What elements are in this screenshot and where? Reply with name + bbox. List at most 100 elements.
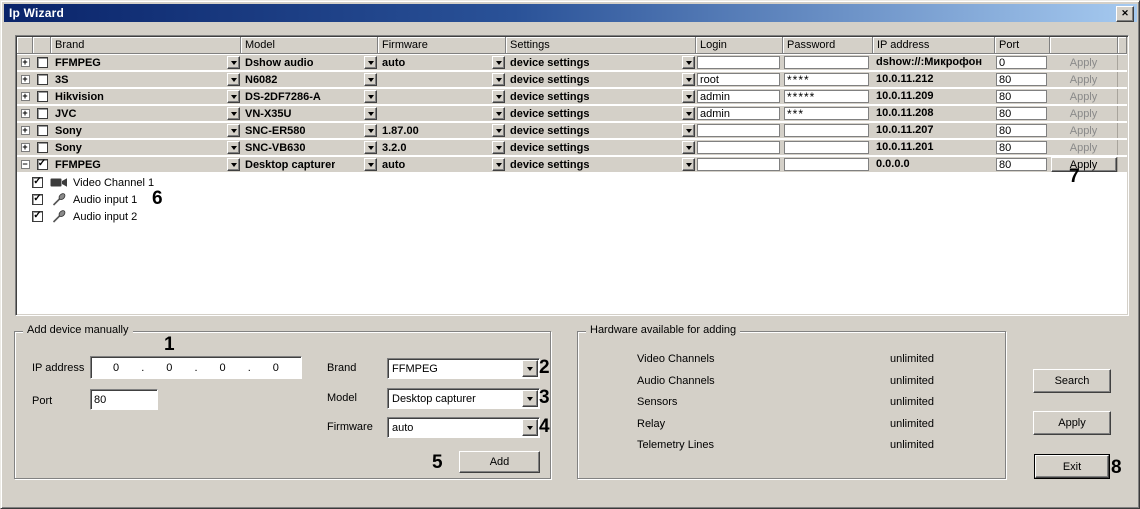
device-checkbox[interactable] [37, 74, 48, 85]
header-ip-address[interactable]: IP address [873, 37, 995, 54]
dropdown-button[interactable] [682, 56, 695, 69]
brand-dropdown[interactable]: FFMPEG [51, 157, 241, 172]
settings-dropdown[interactable]: device settings [506, 72, 696, 87]
dropdown-button[interactable] [364, 141, 377, 154]
dropdown-button[interactable] [682, 90, 695, 103]
dropdown-button[interactable] [227, 56, 240, 69]
apply-button[interactable]: Apply [1051, 157, 1117, 172]
port-field[interactable]: 80 [996, 90, 1047, 103]
expand-icon[interactable]: + [21, 143, 30, 152]
dropdown-button[interactable] [492, 90, 505, 103]
dropdown-button[interactable] [522, 419, 538, 436]
device-checkbox[interactable] [37, 125, 48, 136]
settings-dropdown[interactable]: device settings [506, 89, 696, 104]
login-field[interactable] [697, 124, 780, 137]
password-field[interactable]: **** [784, 73, 869, 86]
port-field[interactable]: 80 [996, 124, 1047, 137]
port-input[interactable]: 80 [90, 389, 158, 410]
model-dropdown[interactable]: VN-X35U [241, 106, 378, 121]
header-firmware[interactable]: Firmware [378, 37, 506, 54]
header-model[interactable]: Model [241, 37, 378, 54]
brand-dropdown[interactable]: Sony [51, 140, 241, 155]
device-checkbox[interactable] [37, 57, 48, 68]
dropdown-button[interactable] [682, 158, 695, 171]
dropdown-button[interactable] [364, 56, 377, 69]
password-field[interactable]: *** [784, 107, 869, 120]
firmware-dropdown[interactable]: 3.2.0 [378, 140, 506, 155]
firmware-dropdown[interactable] [378, 106, 506, 121]
firmware-dropdown[interactable]: 1.87.00 [378, 123, 506, 138]
login-field[interactable]: admin [697, 107, 780, 120]
password-field[interactable] [784, 158, 869, 171]
firmware-dropdown[interactable]: auto [378, 157, 506, 172]
brand-dropdown[interactable]: Sony [51, 123, 241, 138]
login-field[interactable] [697, 158, 780, 171]
dropdown-button[interactable] [364, 73, 377, 86]
port-field[interactable]: 0 [996, 56, 1047, 69]
dropdown-button[interactable] [227, 73, 240, 86]
dropdown-button[interactable] [682, 141, 695, 154]
firmware-select[interactable]: auto [387, 417, 540, 438]
channel-checkbox[interactable]: ✓ [32, 211, 43, 222]
settings-dropdown[interactable]: device settings [506, 140, 696, 155]
exit-button[interactable]: Exit [1035, 455, 1109, 478]
header-settings[interactable]: Settings [506, 37, 696, 54]
firmware-dropdown[interactable] [378, 72, 506, 87]
device-checkbox[interactable] [37, 142, 48, 153]
add-button[interactable]: Add [459, 451, 540, 473]
password-field[interactable] [784, 141, 869, 154]
header-brand[interactable]: Brand [51, 37, 241, 54]
model-dropdown[interactable]: SNC-ER580 [241, 123, 378, 138]
firmware-dropdown[interactable]: auto [378, 55, 506, 70]
login-field[interactable]: root [697, 73, 780, 86]
ip-address-input[interactable]: 0.0.0.0 [90, 356, 302, 379]
password-field[interactable] [784, 56, 869, 69]
close-button[interactable]: ✕ [1116, 6, 1134, 22]
dropdown-button[interactable] [492, 141, 505, 154]
channel-checkbox[interactable]: ✓ [32, 177, 43, 188]
dropdown-button[interactable] [227, 124, 240, 137]
port-field[interactable]: 80 [996, 141, 1047, 154]
dropdown-button[interactable] [492, 158, 505, 171]
model-dropdown[interactable]: Dshow audio [241, 55, 378, 70]
login-field[interactable] [697, 56, 780, 69]
port-field[interactable]: 80 [996, 158, 1047, 171]
dropdown-button[interactable] [227, 141, 240, 154]
settings-dropdown[interactable]: device settings [506, 123, 696, 138]
dropdown-button[interactable] [227, 158, 240, 171]
dropdown-button[interactable] [492, 73, 505, 86]
dropdown-button[interactable] [364, 158, 377, 171]
brand-dropdown[interactable]: JVC [51, 106, 241, 121]
device-checkbox[interactable] [37, 91, 48, 102]
dropdown-button[interactable] [364, 107, 377, 120]
dropdown-button[interactable] [682, 73, 695, 86]
settings-dropdown[interactable]: device settings [506, 55, 696, 70]
brand-dropdown[interactable]: 3S [51, 72, 241, 87]
brand-dropdown[interactable]: Hikvision [51, 89, 241, 104]
expand-icon[interactable]: + [21, 92, 30, 101]
apply-all-button[interactable]: Apply [1033, 411, 1111, 435]
dropdown-button[interactable] [492, 124, 505, 137]
device-checkbox[interactable] [37, 108, 48, 119]
model-select[interactable]: Desktop capturer [387, 388, 540, 409]
password-field[interactable] [784, 124, 869, 137]
dropdown-button[interactable] [364, 90, 377, 103]
header-login[interactable]: Login [696, 37, 783, 54]
model-dropdown[interactable]: SNC-VB630 [241, 140, 378, 155]
dropdown-button[interactable] [364, 124, 377, 137]
dropdown-button[interactable] [227, 90, 240, 103]
login-field[interactable] [697, 141, 780, 154]
header-password[interactable]: Password [783, 37, 873, 54]
brand-dropdown[interactable]: FFMPEG [51, 55, 241, 70]
port-field[interactable]: 80 [996, 107, 1047, 120]
port-field[interactable]: 80 [996, 73, 1047, 86]
login-field[interactable]: admin [697, 90, 780, 103]
dropdown-button[interactable] [492, 107, 505, 120]
settings-dropdown[interactable]: device settings [506, 157, 696, 172]
dropdown-button[interactable] [522, 360, 538, 377]
expand-icon[interactable]: + [21, 75, 30, 84]
header-port[interactable]: Port [995, 37, 1050, 54]
search-button[interactable]: Search [1033, 369, 1111, 393]
dropdown-button[interactable] [227, 107, 240, 120]
dropdown-button[interactable] [522, 390, 538, 407]
